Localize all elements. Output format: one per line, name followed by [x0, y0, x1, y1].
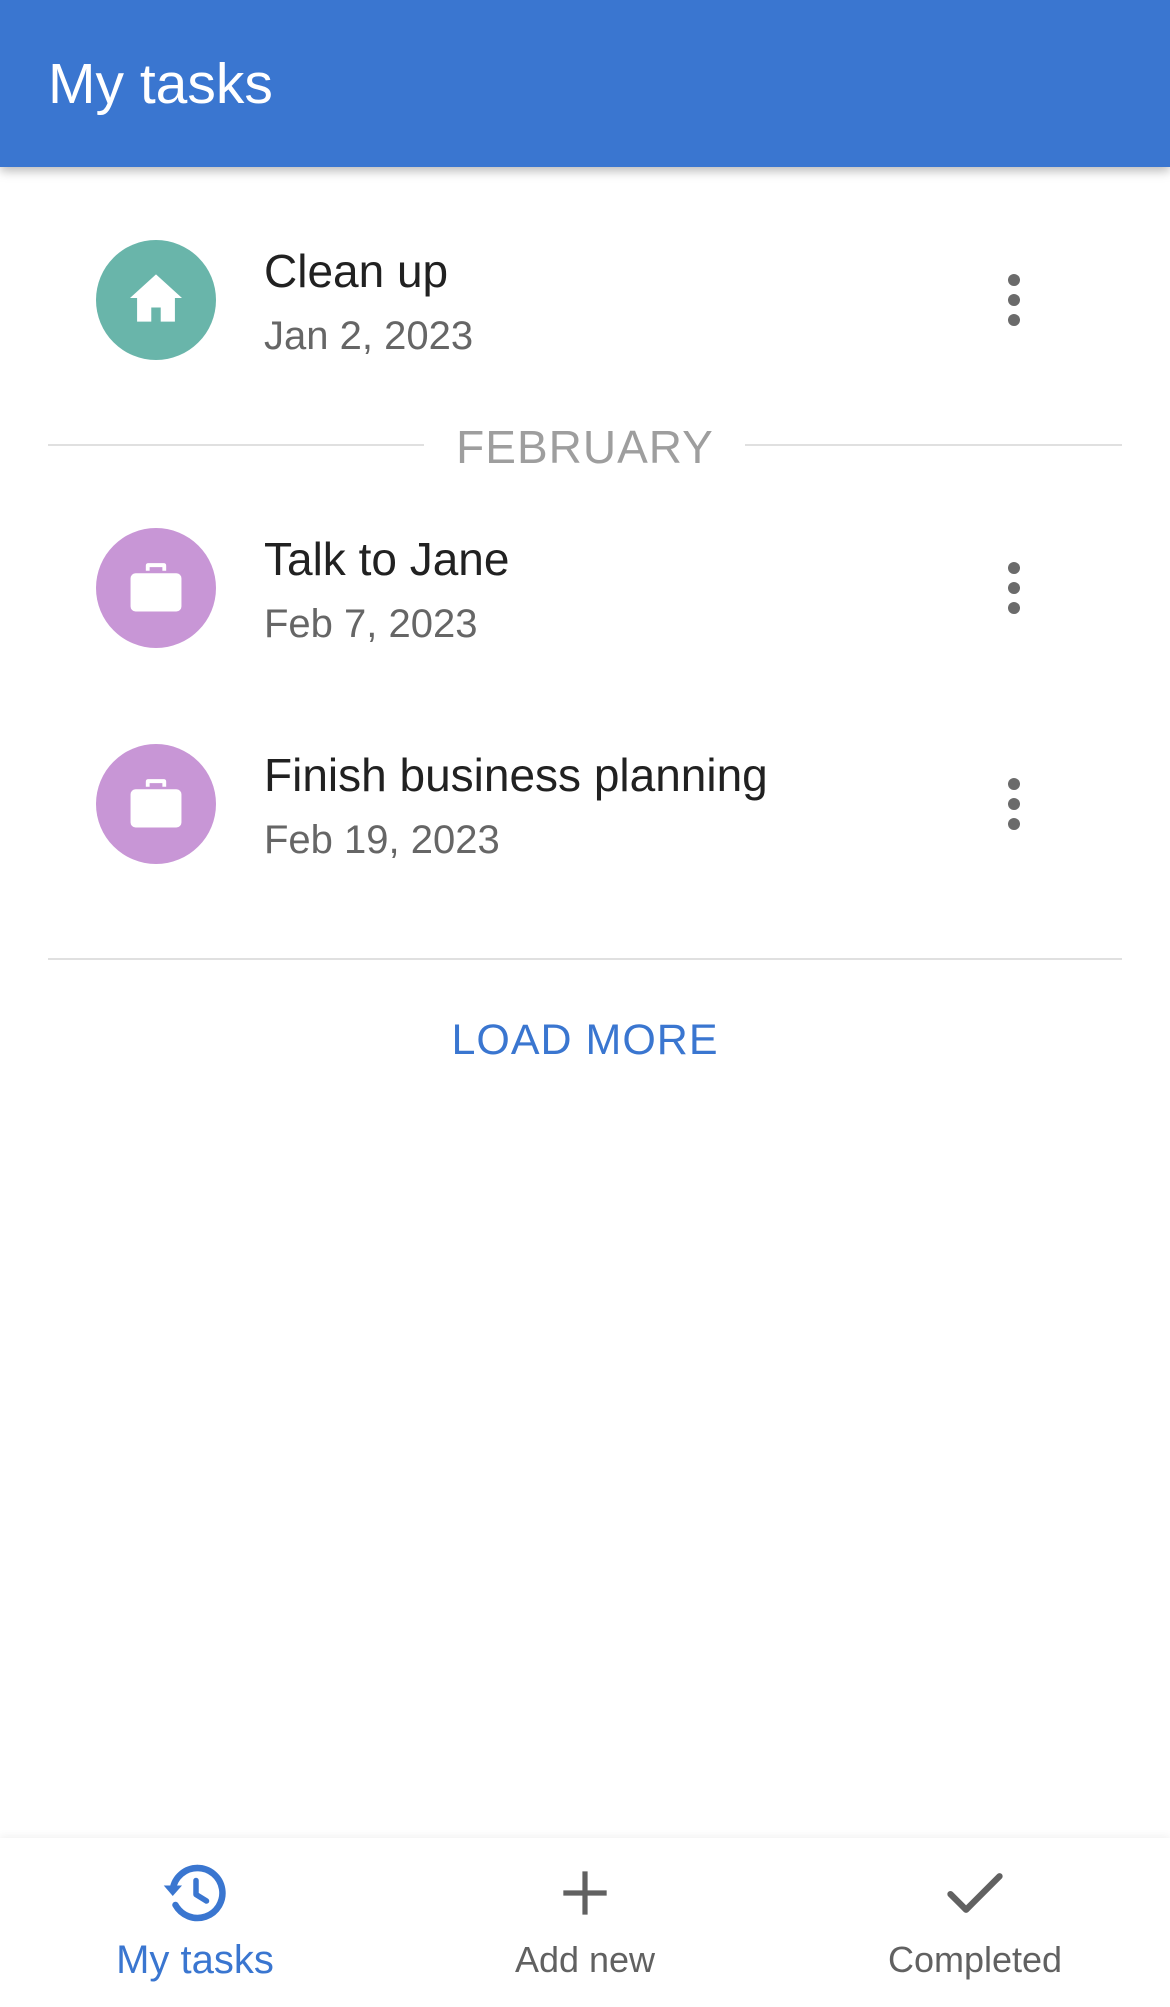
task-category-avatar — [96, 744, 216, 864]
section-label: FEBRUARY — [456, 421, 714, 473]
task-title: Clean up — [264, 245, 449, 297]
nav-label: Add new — [514, 1939, 656, 1980]
bottom-navigation: My tasks Add new Completed — [0, 1838, 1170, 2007]
task-title: Finish business planning — [264, 749, 768, 801]
section-divider: FEBRUARY — [48, 415, 1122, 475]
list-divider — [48, 958, 1122, 960]
task-date: Feb 19, 2023 — [264, 818, 500, 862]
more-vert-icon — [1008, 778, 1020, 790]
more-vert-icon — [1008, 274, 1020, 286]
task-row[interactable]: Clean up Jan 2, 2023 — [0, 210, 1170, 390]
nav-item-completed[interactable]: Completed — [780, 1838, 1170, 2007]
nav-label: My tasks — [116, 1938, 274, 1982]
history-icon — [162, 1863, 228, 1928]
task-row[interactable]: Finish business planning Feb 19, 2023 — [0, 714, 1170, 894]
task-title: Talk to Jane — [264, 533, 510, 585]
task-category-avatar — [96, 240, 216, 360]
more-vert-icon — [1008, 562, 1020, 574]
load-more-button[interactable]: LOAD MORE — [0, 1012, 1170, 1068]
home-icon — [127, 272, 185, 329]
nav-label: Completed — [887, 1939, 1063, 1980]
nav-item-my-tasks[interactable]: My tasks — [0, 1838, 390, 2007]
more-options-button[interactable] — [984, 255, 1044, 345]
page-title: My tasks — [48, 52, 273, 116]
task-date: Feb 7, 2023 — [264, 602, 478, 646]
briefcase-icon — [125, 558, 187, 619]
plus-icon — [559, 1867, 611, 1924]
app-bar: My tasks — [0, 0, 1170, 167]
nav-item-add-new[interactable]: Add new — [390, 1838, 780, 2007]
divider-line-right — [745, 444, 1122, 446]
task-date: Jan 2, 2023 — [264, 314, 474, 358]
task-category-avatar — [96, 528, 216, 648]
app-screen: My tasks Clean up Jan 2, 2023 FEBRUARY T… — [0, 0, 1170, 2007]
more-options-button[interactable] — [984, 759, 1044, 849]
check-icon — [946, 1870, 1004, 1921]
briefcase-icon — [125, 774, 187, 835]
task-row[interactable]: Talk to Jane Feb 7, 2023 — [0, 498, 1170, 678]
more-options-button[interactable] — [984, 543, 1044, 633]
